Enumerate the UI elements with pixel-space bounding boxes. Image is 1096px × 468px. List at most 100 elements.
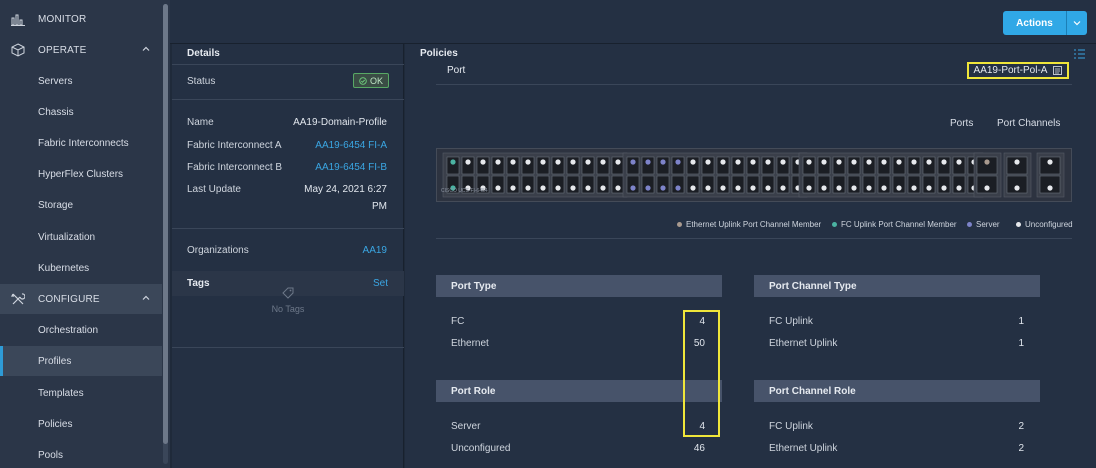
port-status-dot [836,159,842,165]
port-status-dot [765,185,771,191]
sidebar-item-configure[interactable]: CONFIGURE [0,284,162,314]
sidebar-item-pools[interactable]: Pools [0,440,162,468]
no-tags-text: No Tags [271,304,305,314]
port-status-dot [926,185,932,191]
actions-button[interactable]: Actions [1003,11,1087,35]
port-status-dot [735,185,741,191]
sidebar: MONITOR OPERATE Servers Chassis Fabric I… [0,0,170,468]
fi-b-label: Fabric Interconnect B [187,162,283,173]
sidebar-item-chassis[interactable]: Chassis [0,97,162,127]
port-policy-name: AA19-Port-Pol-A [973,65,1048,76]
sidebar-item-label: Fabric Interconnects [38,137,129,149]
port-status-dot [675,159,681,165]
sidebar-item-orchestration[interactable]: Orchestration [0,315,162,345]
pc-type-ethernet-uplink-value: 1 [1018,338,1024,349]
sidebar-item-virtualization[interactable]: Virtualization [0,222,162,252]
app-root: MONITOR OPERATE Servers Chassis Fabric I… [0,0,1096,468]
sidebar-item-label: Pools [38,449,64,461]
port-role-unconfigured-label: Unconfigured [451,443,511,454]
sidebar-item-monitor[interactable]: MONITOR [0,4,162,34]
status-label: Status [187,76,216,87]
divider [436,84,1072,85]
organizations-label: Organizations [187,245,249,256]
switch-model-label: CISCO UCS-FI-6454 [441,188,488,194]
sidebar-scrollbar[interactable] [163,4,168,464]
last-update-value: May 24, 2021 6:27 [304,184,387,195]
top-bar [170,0,1096,44]
sidebar-item-hyperflex-clusters[interactable]: HyperFlex Clusters [0,159,162,189]
pc-role-fc-uplink-value: 2 [1018,421,1024,432]
set-tags-link[interactable]: Set [373,278,388,289]
legend-label: FC Uplink Port Channel Member [841,220,957,229]
scrollbar-thumb[interactable] [163,4,168,444]
actions-dropdown-toggle[interactable] [1067,20,1087,26]
name-value: AA19-Domain-Profile [293,117,387,128]
legend-fc-uplink-pc-member: FC Uplink Port Channel Member [832,220,957,229]
sidebar-item-operate[interactable]: OPERATE [0,35,162,65]
pc-type-fc-uplink-label: FC Uplink [769,316,813,327]
port-status-dot [836,185,842,191]
legend-dot [832,222,837,227]
document-icon [1053,66,1063,75]
sidebar-item-servers[interactable]: Servers [0,66,162,96]
port-type-ethernet-label: Ethernet [451,338,489,349]
sidebar-item-kubernetes[interactable]: Kubernetes [0,253,162,283]
status-value: OK [369,75,383,86]
port-status-dot [450,159,456,165]
port-status-dot [821,185,827,191]
sidebar-item-storage[interactable]: Storage [0,190,162,220]
organization-link[interactable]: AA19 [363,245,387,256]
sidebar-item-fabric-interconnects[interactable]: Fabric Interconnects [0,128,162,158]
last-update-value-line2: PM [372,201,387,212]
sidebar-item-profiles[interactable]: Profiles [0,346,162,376]
list-settings-icon[interactable] [1074,49,1085,59]
port-status-dot [896,185,902,191]
legend-dot [1016,222,1021,227]
chevron-up-icon [142,46,150,51]
port-status-dot [570,159,576,165]
legend-label: Unconfigured [1025,220,1073,229]
port-status-dot [896,159,902,165]
port-status-dot [881,159,887,165]
tab-port-channels[interactable]: Port Channels [997,118,1060,129]
port-status-dot [750,159,756,165]
fi-b-link[interactable]: AA19-6454 FI-B [315,162,387,173]
pc-role-ethernet-uplink-label: Ethernet Uplink [769,443,838,454]
divider [172,64,404,65]
port-status-dot [600,185,606,191]
port-status-dot [780,159,786,165]
fi-a-label: Fabric Interconnect A [187,140,282,151]
port-policy-link[interactable]: AA19-Port-Pol-A [967,62,1069,79]
port-status-dot [821,159,827,165]
port-status-dot [926,159,932,165]
port-status-dot [806,159,812,165]
port-status-dot [525,159,531,165]
port-type-fc-label: FC [451,316,465,327]
sidebar-item-templates[interactable]: Templates [0,378,162,408]
port-status-dot [585,159,591,165]
port-status-dot [705,185,711,191]
port-channel-type-header: Port Channel Type [754,275,1040,297]
port-status-dot [495,159,501,165]
tab-ports[interactable]: Ports [950,118,973,129]
switch-faceplate: CISCO UCS-FI-6454 [436,148,1072,202]
sidebar-item-policies[interactable]: Policies [0,409,162,439]
port-role-server-label: Server [451,421,481,432]
port-status-dot [765,159,771,165]
port-status-dot [675,185,681,191]
pc-type-fc-uplink-value: 1 [1018,316,1024,327]
port-status-dot [660,159,666,165]
port-status-dot [750,185,756,191]
port-status-dot [630,185,636,191]
sidebar-item-label: MONITOR [38,13,87,25]
chevron-up-icon [142,295,150,300]
check-circle-icon [359,76,367,85]
sidebar-item-label: Storage [38,199,74,211]
tags-title: Tags [187,278,210,289]
port-status-dot [866,159,872,165]
fi-a-link[interactable]: AA19-6454 FI-A [315,140,387,151]
legend-label: Server [976,220,1000,229]
port-status-dot [956,185,962,191]
port-status-dot [645,159,651,165]
port-status-dot [480,159,486,165]
